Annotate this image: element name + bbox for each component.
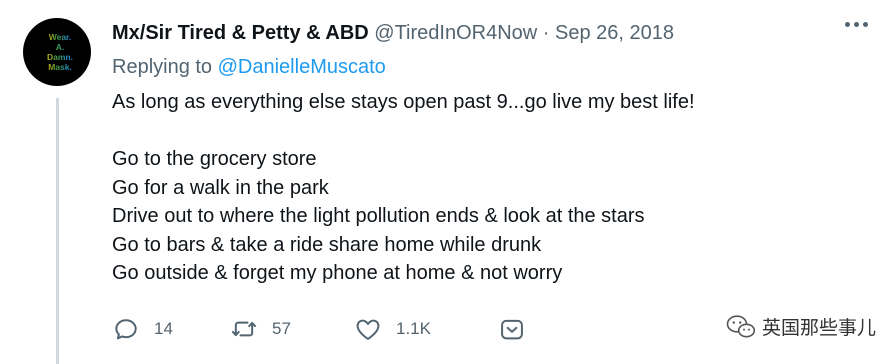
share-icon — [501, 319, 523, 340]
tweet-line: Go to the grocery store — [112, 148, 317, 170]
tweet-actions: 14 57 1.1K — [112, 315, 532, 345]
tweet: Wear. A. Damn. Mask. Mx/Sir Tired & Pett… — [0, 0, 892, 364]
replying-to-mention[interactable]: @DanielleMuscato — [218, 56, 386, 78]
header-separator: · — [542, 22, 550, 44]
watermark: 英国那些事儿 — [726, 313, 876, 340]
author-handle[interactable]: @TiredInOR4Now — [374, 22, 537, 44]
author-name[interactable]: Mx/Sir Tired & Petty & ABD — [112, 22, 369, 44]
tweet-line: Go to bars & take a ride share home whil… — [112, 233, 542, 256]
tweet-header: Mx/Sir Tired & Petty & ABD @TiredInOR4No… — [112, 20, 674, 46]
reply-button[interactable]: 14 — [112, 315, 173, 343]
like-button[interactable]: 1.1K — [354, 315, 431, 343]
replying-label: Replying to — [112, 56, 213, 78]
like-count: 1.1K — [396, 319, 431, 338]
heart-icon — [356, 319, 380, 340]
retweet-button[interactable]: 57 — [230, 315, 291, 343]
more-options-icon[interactable] — [845, 22, 868, 27]
thread-line — [56, 98, 59, 364]
retweet-count: 57 — [272, 319, 291, 338]
tweet-line: Go for a walk in the park — [112, 176, 329, 199]
replying-to-line: Replying to @DanielleMuscato — [112, 54, 386, 80]
avatar-logo-text: Wear. A. Damn. Mask. — [29, 32, 85, 72]
tweet-body: As long as everything else stays open pa… — [112, 88, 695, 288]
avatar[interactable]: Wear. A. Damn. Mask. — [23, 18, 91, 86]
watermark-text: 英国那些事儿 — [761, 317, 876, 339]
retweet-icon — [231, 321, 257, 337]
tweet-line: Drive out to where the light pollution e… — [112, 205, 645, 227]
reply-count: 14 — [154, 319, 173, 338]
wechat-icon — [726, 314, 756, 337]
tweet-line: As long as everything else stays open pa… — [112, 91, 695, 113]
reply-icon — [115, 319, 137, 340]
tweet-line: Go outside & forget my phone at home & n… — [112, 262, 563, 284]
tweet-date[interactable]: Sep 26, 2018 — [555, 22, 674, 44]
share-button[interactable] — [498, 315, 526, 343]
